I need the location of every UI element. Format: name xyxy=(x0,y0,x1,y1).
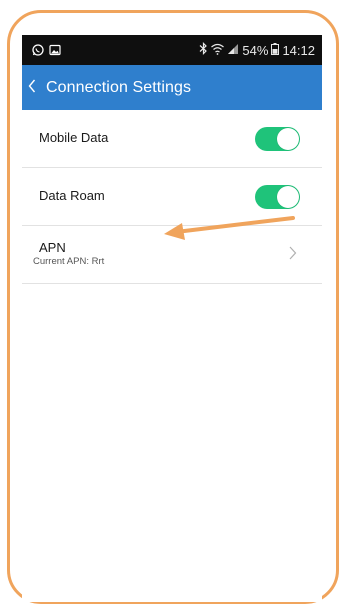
phone-screen: 54% 14:12 Connection Settings Mobile Dat… xyxy=(22,35,322,602)
page-title: Connection Settings xyxy=(46,78,192,96)
status-time: 14:12 xyxy=(282,42,315,58)
toggle-knob xyxy=(277,128,299,150)
whatsapp-icon xyxy=(32,43,44,61)
data-roam-row: Data Roam xyxy=(22,168,322,226)
mobile-data-label: Mobile Data xyxy=(39,130,109,145)
chevron-right-icon[interactable] xyxy=(288,244,298,262)
status-left xyxy=(32,43,61,61)
current-apn-text: Current APN: Rrt xyxy=(33,256,105,267)
mobile-data-toggle[interactable] xyxy=(255,127,300,151)
apn-row[interactable]: APN Current APN: Rrt xyxy=(22,226,322,284)
apn-label: APN xyxy=(39,240,66,255)
gallery-icon xyxy=(49,43,61,61)
status-bar: 54% 14:12 xyxy=(22,35,322,65)
chevron-left-icon[interactable] xyxy=(22,65,46,110)
wifi-icon xyxy=(211,43,225,58)
battery-icon xyxy=(271,42,280,58)
status-right: 54% 14:12 xyxy=(199,42,315,58)
bluetooth-icon xyxy=(199,42,208,58)
battery-percent: 54% xyxy=(242,42,269,58)
data-roam-toggle[interactable] xyxy=(255,185,300,209)
mobile-data-row: Mobile Data xyxy=(22,110,322,168)
signal-icon xyxy=(227,43,239,58)
settings-list: Mobile Data Data Roam APN Current APN: R… xyxy=(22,110,322,284)
data-roam-label: Data Roam xyxy=(39,188,105,203)
toggle-knob xyxy=(277,186,299,208)
app-bar: Connection Settings xyxy=(22,65,322,110)
